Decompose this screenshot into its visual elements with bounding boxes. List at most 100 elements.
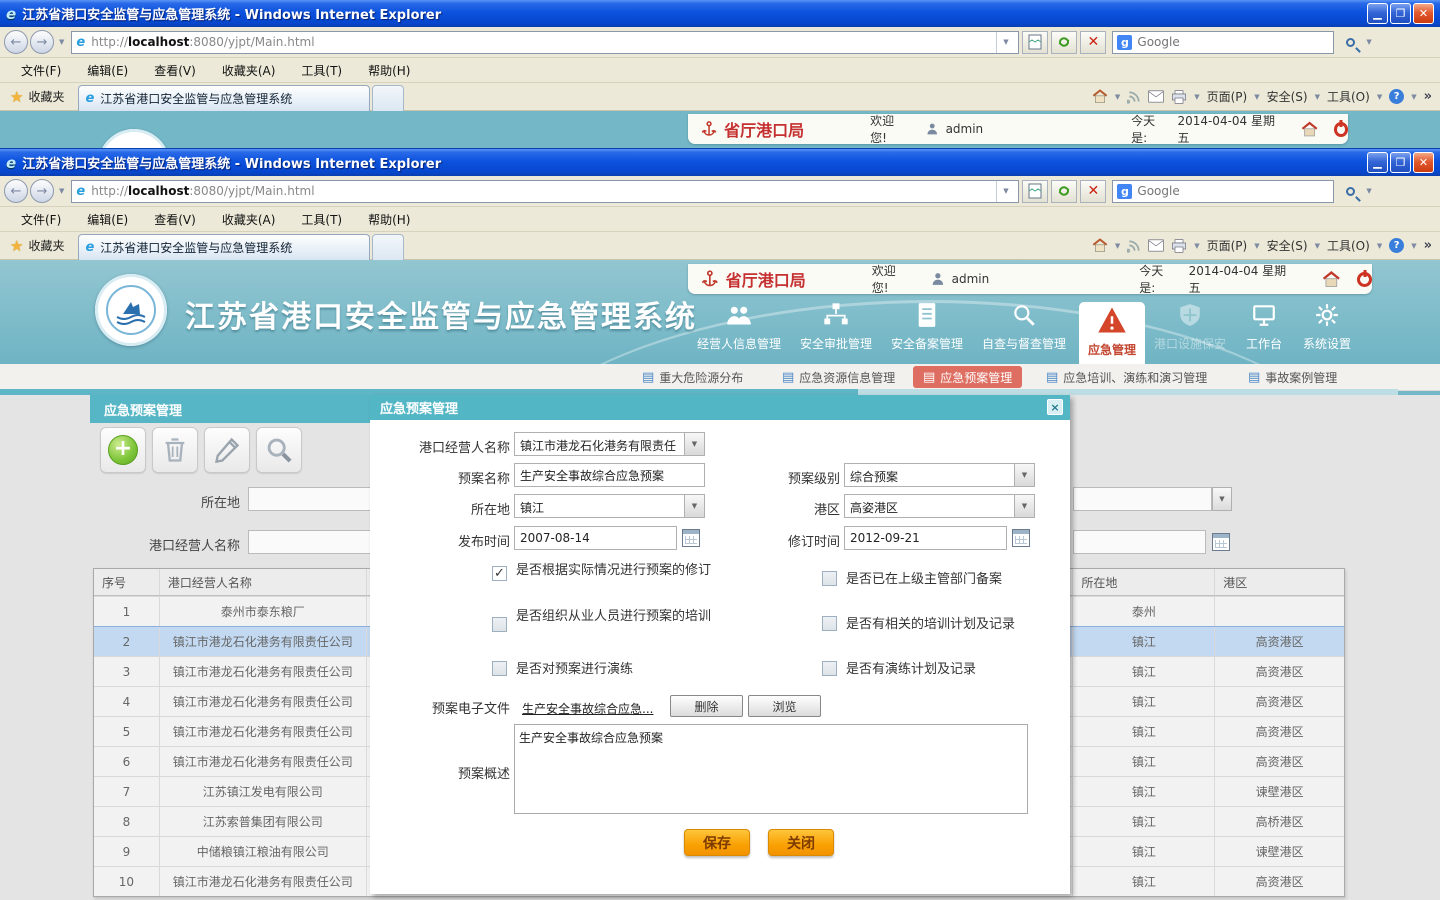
rss-icon[interactable] xyxy=(1127,239,1141,253)
mail-icon[interactable] xyxy=(1148,90,1164,103)
calendar-icon[interactable] xyxy=(682,529,700,547)
url-dropdown-icon[interactable]: ▼ xyxy=(996,181,1014,202)
url-field[interactable]: e http://localhost:8080/yjpt/Main.html ▼ xyxy=(71,180,1019,203)
submenu-item-training[interactable]: ▤应急培训、演练和演习管理 xyxy=(1036,366,1217,388)
favorites-star-icon[interactable]: ★ xyxy=(10,237,23,255)
close-dialog-button[interactable]: 关闭 xyxy=(768,829,834,856)
url-field[interactable]: e http://localhost:8080/yjpt/Main.html ▼ xyxy=(71,31,1019,54)
submenu-item-hazard-map[interactable]: ▤重大危险源分布 xyxy=(632,366,753,388)
back-button[interactable]: ← xyxy=(4,30,28,54)
menu-tools[interactable]: 工具(T) xyxy=(288,208,355,231)
search-box[interactable]: g xyxy=(1112,31,1334,54)
home-icon[interactable] xyxy=(1092,238,1108,253)
back-button[interactable]: ← xyxy=(4,179,28,203)
logout-icon[interactable] xyxy=(1334,122,1348,137)
print-icon[interactable] xyxy=(1171,90,1187,104)
search-go-icon[interactable] xyxy=(1337,180,1363,203)
forward-button[interactable]: → xyxy=(30,30,54,54)
menu-edit[interactable]: 编辑(E) xyxy=(74,208,141,231)
compatibility-view-button[interactable] xyxy=(1022,180,1048,203)
dialog-close-icon[interactable]: × xyxy=(1047,399,1063,415)
filter-area-input[interactable] xyxy=(1073,487,1212,511)
search-options-icon[interactable]: ▼ xyxy=(1366,187,1371,195)
compatibility-view-button[interactable] xyxy=(1022,31,1048,54)
summary-textarea[interactable]: 生产安全事故综合应急预案 xyxy=(514,724,1028,814)
stop-button[interactable]: ✕ xyxy=(1080,180,1106,203)
menu-favorites[interactable]: 收藏夹(A) xyxy=(209,59,289,82)
home-icon[interactable] xyxy=(1092,89,1108,104)
home-shortcut-icon[interactable] xyxy=(1322,271,1341,288)
search-row-button[interactable] xyxy=(256,427,302,473)
checkbox-filed[interactable] xyxy=(822,571,837,586)
operator-select[interactable]: 镇江市港龙石化港务有限责任 ▼ xyxy=(514,432,705,456)
level-select[interactable]: 综合预案 ▼ xyxy=(844,463,1035,487)
title-bar[interactable]: e 江苏省港口安全监管与应急管理系统 - Windows Internet Ex… xyxy=(0,149,1440,176)
search-input[interactable] xyxy=(1137,184,1329,198)
delete-file-button[interactable]: 删除 xyxy=(670,695,743,717)
new-tab-stub[interactable] xyxy=(372,234,404,260)
revise-date-input[interactable]: 2012-09-21 xyxy=(844,526,1007,550)
command-page[interactable]: 页面(P) xyxy=(1207,88,1248,105)
search-go-icon[interactable] xyxy=(1337,31,1363,54)
filter-date-input[interactable] xyxy=(1073,530,1206,554)
url-dropdown-icon[interactable]: ▼ xyxy=(996,32,1014,53)
checkbox-drilled[interactable] xyxy=(492,661,507,676)
nav-item-safety-filing[interactable]: 安全备案管理 xyxy=(881,302,973,364)
filter-area-dropdown[interactable]: ▼ xyxy=(1212,487,1232,511)
logout-icon[interactable] xyxy=(1357,272,1372,287)
close-button[interactable]: ✕ xyxy=(1413,152,1434,173)
minimize-button[interactable]: ▁ xyxy=(1367,152,1388,173)
browser-tab[interactable]: e 江苏省港口安全监管与应急管理系统 xyxy=(78,85,370,111)
history-dropdown-icon[interactable]: ▼ xyxy=(59,187,64,195)
close-button[interactable]: ✕ xyxy=(1413,3,1434,24)
command-page[interactable]: 页面(P) xyxy=(1207,237,1248,254)
favorites-label[interactable]: 收藏夹 xyxy=(28,88,64,105)
mail-icon[interactable] xyxy=(1148,239,1164,252)
submenu-item-plan-management[interactable]: ▤应急预案管理 xyxy=(913,366,1022,388)
refresh-button[interactable] xyxy=(1051,180,1077,203)
checkbox-revised[interactable]: ✓ xyxy=(492,566,507,581)
refresh-button[interactable] xyxy=(1051,31,1077,54)
menu-help[interactable]: 帮助(H) xyxy=(355,208,423,231)
menu-help[interactable]: 帮助(H) xyxy=(355,59,423,82)
overflow-chevron-icon[interactable]: » xyxy=(1424,89,1432,104)
nav-item-operator-info[interactable]: 经营人信息管理 xyxy=(693,302,785,364)
menu-file[interactable]: 文件(F) xyxy=(8,208,74,231)
plan-name-input[interactable]: 生产安全事故综合应急预案 xyxy=(514,463,705,487)
add-button[interactable]: + xyxy=(100,427,146,473)
stop-button[interactable]: ✕ xyxy=(1080,31,1106,54)
restore-button[interactable]: ❐ xyxy=(1390,152,1411,173)
menu-edit[interactable]: 编辑(E) xyxy=(74,59,141,82)
chevron-down-icon[interactable]: ▼ xyxy=(684,433,704,455)
delete-row-button[interactable] xyxy=(152,427,198,473)
favorites-star-icon[interactable]: ★ xyxy=(10,88,23,106)
search-input[interactable] xyxy=(1137,35,1329,49)
nav-item-inspection[interactable]: 应急管理 自查与督查管理 xyxy=(978,302,1070,364)
publish-date-input[interactable]: 2007-08-14 xyxy=(514,526,677,550)
calendar-icon[interactable] xyxy=(1012,529,1030,547)
calendar-icon[interactable] xyxy=(1212,533,1230,551)
print-dropdown-icon[interactable]: ▼ xyxy=(1194,93,1199,101)
search-box[interactable]: g xyxy=(1112,180,1334,203)
checkbox-training-records[interactable] xyxy=(822,616,837,631)
command-security[interactable]: 安全(S) xyxy=(1267,237,1308,254)
checkbox-drill-records[interactable] xyxy=(822,661,837,676)
command-tools[interactable]: 工具(O) xyxy=(1327,237,1370,254)
menu-file[interactable]: 文件(F) xyxy=(8,59,74,82)
help-icon[interactable]: ? xyxy=(1389,238,1404,253)
chevron-down-icon[interactable]: ▼ xyxy=(1014,464,1034,486)
save-button[interactable]: 保存 xyxy=(684,829,750,856)
nav-item-emergency[interactable]: 应急管理 xyxy=(1079,302,1145,364)
menu-view[interactable]: 查看(V) xyxy=(141,59,209,82)
checkbox-trained[interactable] xyxy=(492,617,507,632)
browser-tab[interactable]: e 江苏省港口安全监管与应急管理系统 xyxy=(78,234,370,260)
print-dropdown-icon[interactable]: ▼ xyxy=(1194,242,1199,250)
location-select[interactable]: 镇江 ▼ xyxy=(514,494,705,518)
command-security[interactable]: 安全(S) xyxy=(1267,88,1308,105)
home-shortcut-icon[interactable] xyxy=(1301,121,1318,138)
restore-button[interactable]: ❐ xyxy=(1390,3,1411,24)
help-icon[interactable]: ? xyxy=(1389,89,1404,104)
menu-tools[interactable]: 工具(T) xyxy=(288,59,355,82)
home-dropdown-icon[interactable]: ▼ xyxy=(1115,242,1120,250)
file-link[interactable]: 生产安全事故综合应急... xyxy=(522,700,653,717)
